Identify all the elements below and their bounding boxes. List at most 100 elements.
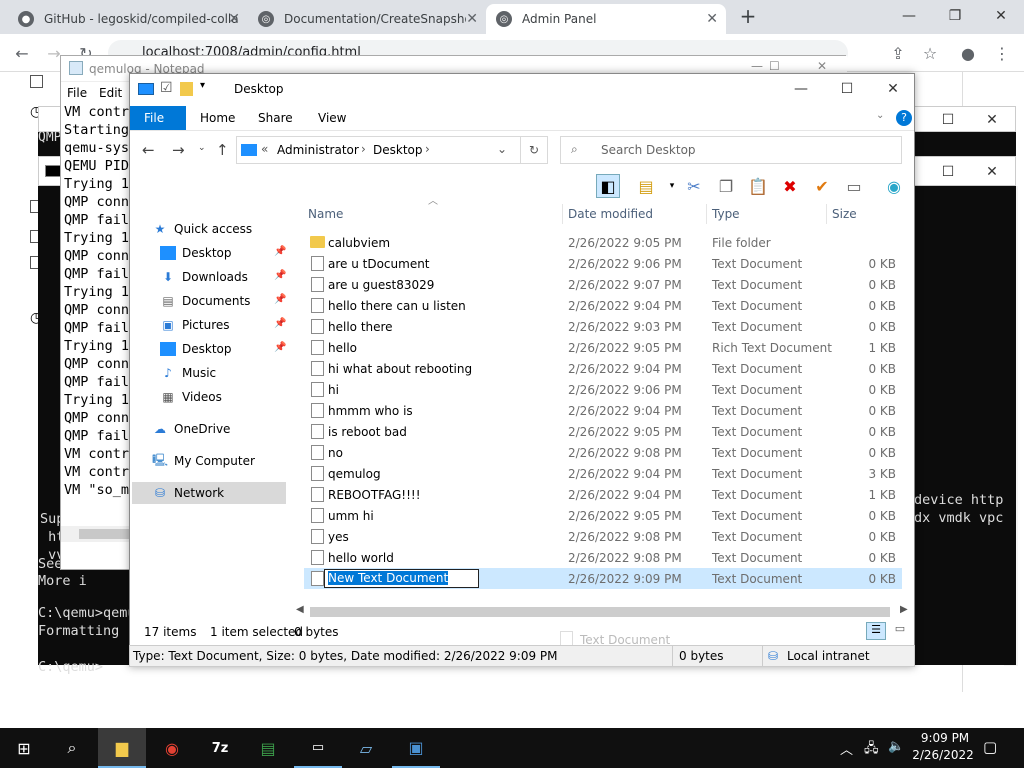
address-breadcrumb[interactable]: « Administrator › Desktop › ⌄ <box>236 136 548 164</box>
rename-input[interactable]: New Text Document <box>324 569 480 588</box>
preview-pane-icon[interactable]: ◧ <box>596 174 620 198</box>
ribbon-tab-home[interactable]: Home <box>186 106 249 130</box>
large-icons-view-icon[interactable]: ▭ <box>890 622 910 640</box>
file-row[interactable]: are u guest83029 2/26/2022 9:07 PM Text Do… <box>304 274 902 295</box>
file-row[interactable]: hello world 2/26/2022 9:08 PM Text Documen… <box>304 547 902 568</box>
ribbon-tab-file[interactable]: File <box>130 106 186 130</box>
file-explorer-icon[interactable]: ▆ <box>98 728 146 768</box>
file-row[interactable]: calubviem 2/26/2022 9:05 PM File folder <box>304 232 902 253</box>
ribbon-tab-share[interactable]: Share <box>244 106 307 130</box>
close-tab-icon[interactable]: ✕ <box>706 11 718 27</box>
restore-button[interactable]: ❐ <box>932 0 978 32</box>
file-row[interactable]: New Text Document 2/26/2022 9:09 PM Text D… <box>304 568 902 589</box>
clock-time[interactable]: 9:09 PM <box>918 731 972 745</box>
file-explorer-window[interactable]: ☑ ▾ Desktop — ☐ ✕ File Home Share View ⌄… <box>129 73 915 667</box>
clock-date[interactable]: 2/26/2022 <box>912 748 974 762</box>
up-arrow-icon[interactable]: ↑ <box>216 141 229 159</box>
new-folder-icon[interactable]: ▤ <box>634 174 658 198</box>
maximize-button[interactable]: ☐ <box>824 74 870 104</box>
checkmark-icon[interactable]: ✔ <box>810 174 834 198</box>
sidebar-item-videos[interactable]: ▦ Videos <box>160 386 316 408</box>
chrome-icon[interactable]: ◉ <box>148 728 196 768</box>
horizontal-scrollbar[interactable]: ◀ ▶ <box>296 604 912 620</box>
notepad-icon[interactable]: ▱ <box>342 728 390 768</box>
close-tab-icon[interactable]: ✕ <box>228 11 240 27</box>
sidebar-item-desktop[interactable]: Desktop <box>160 242 316 264</box>
sidebar-item-network[interactable]: ⛁ Network <box>132 482 286 504</box>
spreadsheet-icon[interactable]: ▤ <box>244 728 292 768</box>
forward-arrow-icon[interactable]: → <box>172 141 185 159</box>
search-box[interactable]: ⌕ Search Desktop <box>560 136 902 164</box>
breadcrumb-desktop[interactable]: Desktop <box>373 143 423 157</box>
copy-icon[interactable]: ❐ <box>714 174 738 198</box>
minimize-button[interactable]: — <box>778 74 824 104</box>
file-row[interactable]: hello there can u listen 2/26/2022 9:04 P… <box>304 295 902 316</box>
maximize-button[interactable]: ☐ <box>925 105 971 135</box>
maximize-button[interactable]: ☐ <box>769 59 780 73</box>
profile-avatar[interactable]: ● <box>956 41 980 65</box>
sidebar-item-my-computer[interactable]: 🖳 My Computer <box>152 450 308 472</box>
pin-icon[interactable]: 📌 <box>274 246 286 257</box>
menu-file[interactable]: File <box>67 86 87 100</box>
tray-chevron-icon[interactable]: ︿ <box>840 739 853 758</box>
folder-icon[interactable] <box>180 82 193 96</box>
dropdown-icon[interactable]: ▾ <box>660 174 684 198</box>
close-tab-icon[interactable]: ✕ <box>466 11 478 27</box>
checkbox[interactable] <box>30 75 43 88</box>
file-row[interactable]: yes 2/26/2022 9:08 PM Text Document 0 KB <box>304 526 902 547</box>
maximize-button[interactable]: ☐ <box>925 157 971 187</box>
file-row[interactable]: hmmm who is 2/26/2022 9:04 PM Text Documen… <box>304 400 902 421</box>
globe-icon[interactable]: ◉ <box>882 174 906 198</box>
chevron-right-icon[interactable]: › <box>425 142 430 156</box>
column-header-name[interactable]: Name <box>308 207 343 221</box>
volume-icon[interactable]: 🔈 <box>888 739 904 754</box>
chevron-down-icon[interactable]: ⌄ <box>497 142 507 156</box>
pin-icon[interactable]: 📌 <box>274 270 286 281</box>
pin-icon[interactable]: 📌 <box>274 342 286 353</box>
close-button[interactable]: ✕ <box>870 74 916 104</box>
close-button[interactable]: ✕ <box>817 59 827 73</box>
new-tab-button[interactable]: + <box>736 4 760 30</box>
minimize-button[interactable]: — <box>886 0 932 32</box>
file-row[interactable]: REBOOTFAG!!!! 2/26/2022 9:04 PM Text Docum… <box>304 484 902 505</box>
column-header-date[interactable]: Date modified <box>568 207 653 221</box>
file-row[interactable]: hi what about rebooting 2/26/2022 9:04 PM… <box>304 358 902 379</box>
tab-admin-panel[interactable]: ◎ Admin Panel ✕ <box>486 4 726 34</box>
details-view-icon[interactable]: ☰ <box>866 622 886 640</box>
chevron-down-icon[interactable]: ⌄ <box>876 110 884 121</box>
7zip-icon[interactable]: 7z <box>196 728 244 768</box>
menu-edit[interactable]: Edit <box>99 86 122 100</box>
notifications-icon[interactable]: ▢ <box>983 738 997 756</box>
back-arrow-icon[interactable]: ← <box>10 41 34 65</box>
column-header-type[interactable]: Type <box>712 207 740 221</box>
start-windows-icon[interactable]: ⊞ <box>0 728 48 768</box>
ribbon-tab-view[interactable]: View <box>304 106 360 130</box>
wordpad-icon[interactable]: ▣ <box>392 728 440 768</box>
paste-icon[interactable]: 📋 <box>746 174 770 198</box>
share-icon[interactable]: ⇪ <box>886 41 910 65</box>
tab-documentation[interactable]: ◎ Documentation/CreateSnapshot ✕ <box>248 4 486 34</box>
chevron-right-icon[interactable]: › <box>361 142 366 156</box>
delete-icon[interactable]: ✖ <box>778 174 802 198</box>
bookmark-star-icon[interactable]: ☆ <box>918 41 942 65</box>
cut-icon[interactable]: ✂ <box>682 174 706 198</box>
file-row[interactable]: no 2/26/2022 9:08 PM Text Document 0 KB <box>304 442 902 463</box>
close-button[interactable]: ✕ <box>969 105 1015 135</box>
file-row[interactable]: umm hi 2/26/2022 9:05 PM Text Document 0 KB <box>304 505 902 526</box>
notepad-text-area[interactable]: VM contr Starting qemu-sys QEMU PID Trying 1… <box>64 103 130 523</box>
rename-icon[interactable]: ▭ <box>842 174 866 198</box>
pin-icon[interactable]: 📌 <box>274 294 286 305</box>
file-row[interactable]: qemulog 2/26/2022 9:04 PM Text Document 3 K… <box>304 463 902 484</box>
recent-dropdown-icon[interactable]: ⌄ <box>198 143 206 153</box>
file-row[interactable]: hello 2/26/2022 9:05 PM Rich Text Document… <box>304 337 902 358</box>
command-prompt-icon[interactable]: ▭ <box>294 728 342 768</box>
file-row[interactable]: are u tDocument 2/26/2022 9:06 PM Text Doc… <box>304 253 902 274</box>
network-tray-icon[interactable]: 🖧 <box>864 739 879 761</box>
sidebar-item-music[interactable]: ♪ Music <box>160 362 316 384</box>
file-row[interactable]: hello there 2/26/2022 9:03 PM Text Documen… <box>304 316 902 337</box>
close-button[interactable]: ✕ <box>969 157 1015 187</box>
properties-icon[interactable]: ☑ <box>160 80 173 96</box>
column-header-size[interactable]: Size <box>832 207 857 221</box>
close-button[interactable]: ✕ <box>978 0 1024 32</box>
sidebar-item-desktop-2[interactable]: Desktop <box>160 338 316 360</box>
